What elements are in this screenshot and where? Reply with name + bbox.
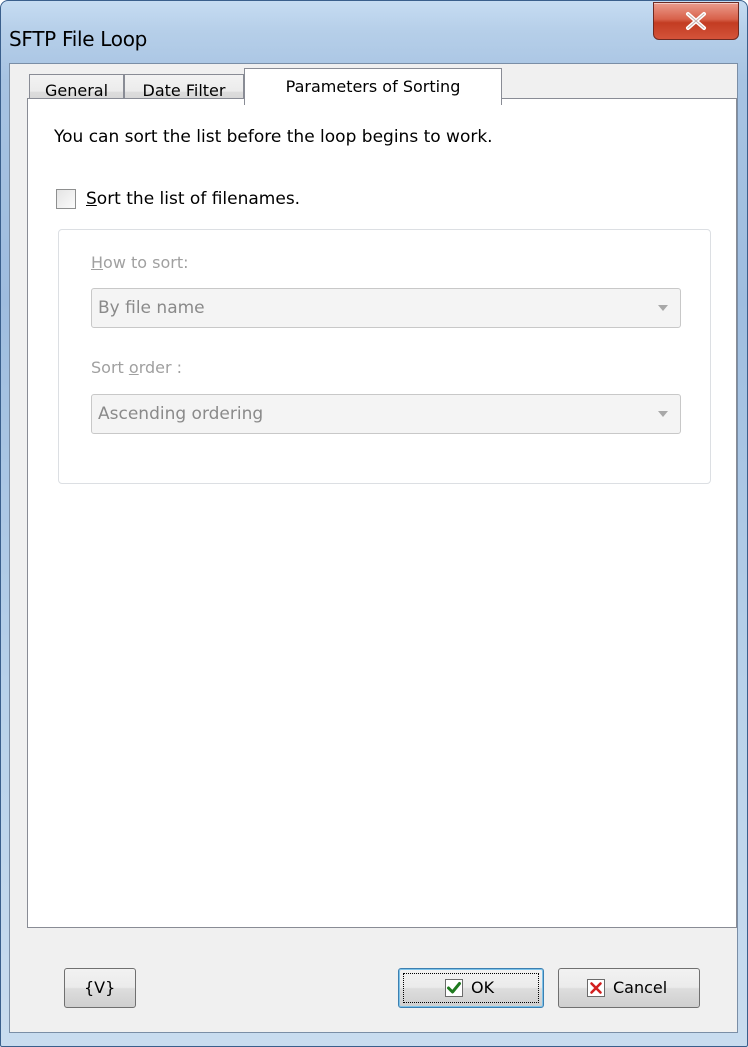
intro-text: You can sort the list before the loop be… (54, 127, 493, 147)
how-to-sort-label: How to sort: (91, 253, 189, 272)
accel-h: H (91, 253, 104, 272)
variables-button[interactable]: {V} (64, 968, 136, 1008)
sort-checkbox[interactable] (56, 189, 76, 209)
label-post: rder : (138, 358, 183, 377)
sort-order-select[interactable]: Ascending ordering (91, 394, 681, 434)
close-icon (686, 12, 706, 30)
check-icon (445, 979, 463, 997)
cancel-button[interactable]: Cancel (558, 968, 700, 1008)
close-button[interactable] (653, 2, 739, 40)
label-rest: ow to sort: (103, 253, 189, 272)
cancel-button-label: Cancel (613, 978, 668, 997)
dialog-window: SFTP File Loop General Date Filter Param… (0, 0, 748, 1047)
sort-checkbox-label[interactable]: Sort the list of filenames. (86, 189, 300, 209)
how-to-sort-select[interactable]: By file name (91, 288, 681, 328)
sort-order-value: Ascending ordering (98, 404, 264, 424)
tab-page-sorting: You can sort the list before the loop be… (27, 98, 737, 928)
accel-o: o (128, 358, 139, 377)
cancel-x-icon (587, 979, 605, 997)
sort-options-group: How to sort: By file name Sort order : A… (58, 229, 711, 484)
tab-parameters-of-sorting[interactable]: Parameters of Sorting (244, 68, 502, 105)
label-rest: ort the list of filenames. (96, 189, 301, 209)
chevron-down-icon (658, 305, 668, 311)
dialog-client-area: General Date Filter Parameters of Sortin… (9, 63, 738, 1033)
variables-button-label: {V} (84, 978, 116, 997)
chevron-down-icon (658, 411, 668, 417)
sort-order-label: Sort order : (91, 358, 182, 377)
accel-s: S (86, 189, 97, 209)
ok-button-label: OK (471, 978, 495, 997)
tab-label: Parameters of Sorting (285, 77, 461, 96)
label-pre: Sort (91, 358, 129, 377)
how-to-sort-value: By file name (98, 298, 205, 318)
window-title: SFTP File Loop (9, 27, 148, 51)
ok-button[interactable]: OK (398, 968, 544, 1008)
title-bar[interactable]: SFTP File Loop (1, 1, 747, 63)
